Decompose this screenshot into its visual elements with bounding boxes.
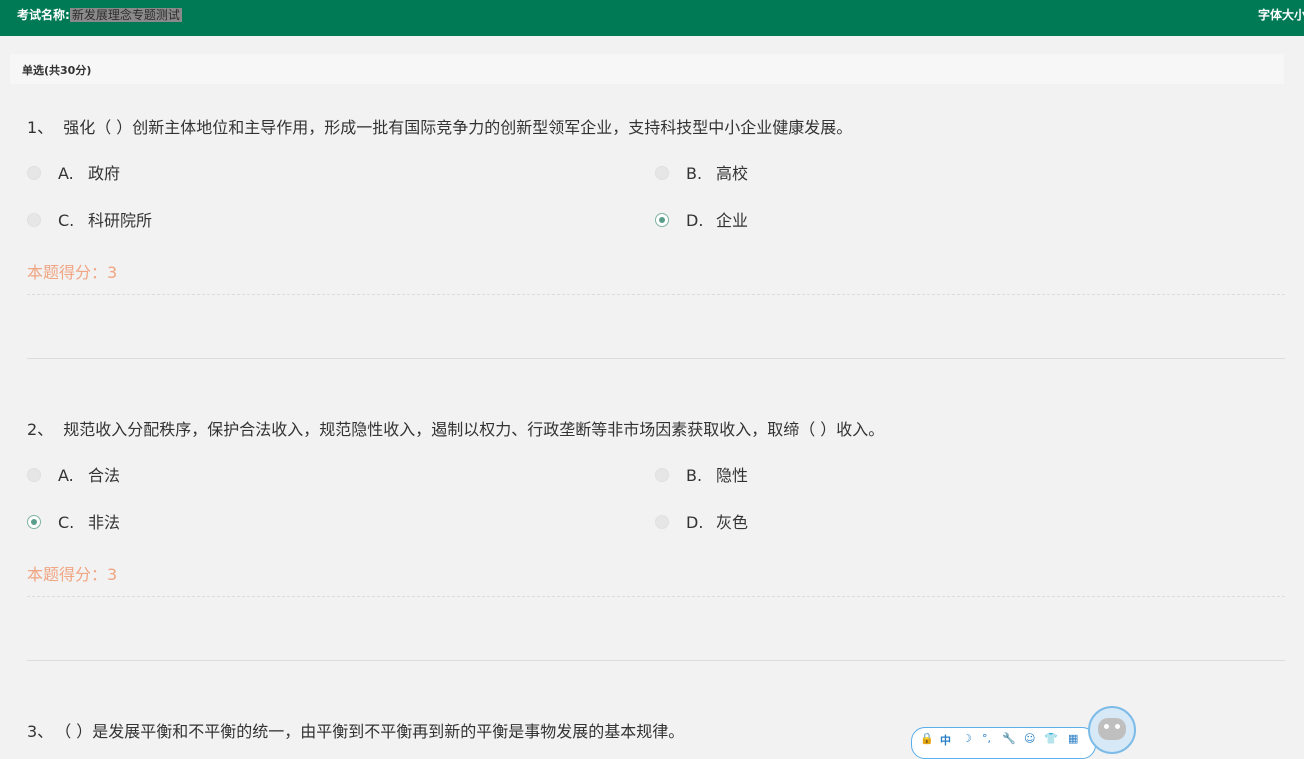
question-text: 规范收入分配秩序，保护合法收入，规范隐性收入，遏制以权力、行政垄断等非市场因素获… [63,420,885,439]
radio-unchecked-icon[interactable] [655,515,669,529]
question-divider [27,358,1285,359]
option-letter: D. [686,211,704,230]
option-text: 合法 [88,466,121,485]
radio-unchecked-icon[interactable] [27,213,41,227]
question-stem: 3、 （ ）是发展平衡和不平衡的统一，由平衡到不平衡再到新的平衡是事物发展的基本规… [27,718,684,742]
option-text: 企业 [716,211,749,230]
question-text: 强化（ ）创新主体地位和主导作用，形成一批有国际竞争力的创新型领军企业，支持科技… [63,118,853,137]
question-text: （ ）是发展平衡和不平衡的统一，由平衡到不平衡再到新的平衡是事物发展的基本规律。 [63,722,685,741]
avatar-face [1098,718,1126,740]
score-divider [27,596,1285,597]
exam-label: 考试名称: [17,8,70,22]
option-letter: A. [58,164,74,183]
score-divider [27,294,1285,295]
question-number: 1、 [27,118,54,137]
moon-icon[interactable]: ☽ [962,732,972,745]
radio-unchecked-icon[interactable] [655,166,669,180]
option-text: 科研院所 [88,211,153,230]
option-text: 政府 [88,164,121,183]
question-stem: 2、 规范收入分配秩序，保护合法收入，规范隐性收入，遏制以权力、行政垄断等非市场因… [27,416,884,440]
option-text: 灰色 [716,513,749,532]
font-size-button[interactable]: 字体大小 [1258,6,1304,23]
option-text: 隐性 [716,466,749,485]
question-divider [27,660,1285,661]
option-letter: C. [58,211,75,230]
question-score: 本题得分：3 [27,263,118,282]
option-text: 非法 [88,513,121,532]
radio-checked-icon[interactable] [27,515,41,529]
exam-title: 考试名称: 新发展理念专题测试 [17,6,182,23]
radio-unchecked-icon[interactable] [27,468,41,482]
exam-name: 新发展理念专题测试 [69,8,182,22]
shirt-icon[interactable]: 👕 [1044,732,1058,745]
emoji-icon[interactable]: ☺ [1024,732,1035,745]
avatar-eye [1115,724,1120,729]
option-letter: A. [58,466,74,485]
radio-checked-icon[interactable] [655,213,669,227]
radio-unchecked-icon[interactable] [655,468,669,482]
question-number: 3、 [27,722,54,741]
question-stem: 1、 强化（ ）创新主体地位和主导作用，形成一批有国际竞争力的创新型领军企业，支持… [27,114,852,138]
section-header: 单选(共30分) [10,54,1284,84]
option-text: 高校 [716,164,749,183]
section-title: 单选(共30分) [22,64,92,77]
avatar-eye [1104,724,1109,729]
wrench-icon[interactable]: 🔧 [1002,732,1016,745]
question-number: 2、 [27,420,54,439]
option-letter: B. [686,164,703,183]
radio-unchecked-icon[interactable] [27,166,41,180]
punctuation-icon[interactable]: °, [982,732,991,745]
top-bar: 考试名称: 新发展理念专题测试 字体大小 [0,0,1304,36]
option-letter: B. [686,466,703,485]
grid-icon[interactable]: ▦ [1068,732,1078,745]
ime-toolbar[interactable]: 🔒 中 ☽ °, 🔧 ☺ 👕 ▦ [911,727,1096,759]
question-score: 本题得分：3 [27,565,118,584]
assistant-avatar-icon[interactable] [1088,706,1136,754]
option-letter: C. [58,513,75,532]
zhong-icon[interactable]: 中 [940,732,951,748]
option-letter: D. [686,513,704,532]
lock-icon[interactable]: 🔒 [920,732,934,745]
